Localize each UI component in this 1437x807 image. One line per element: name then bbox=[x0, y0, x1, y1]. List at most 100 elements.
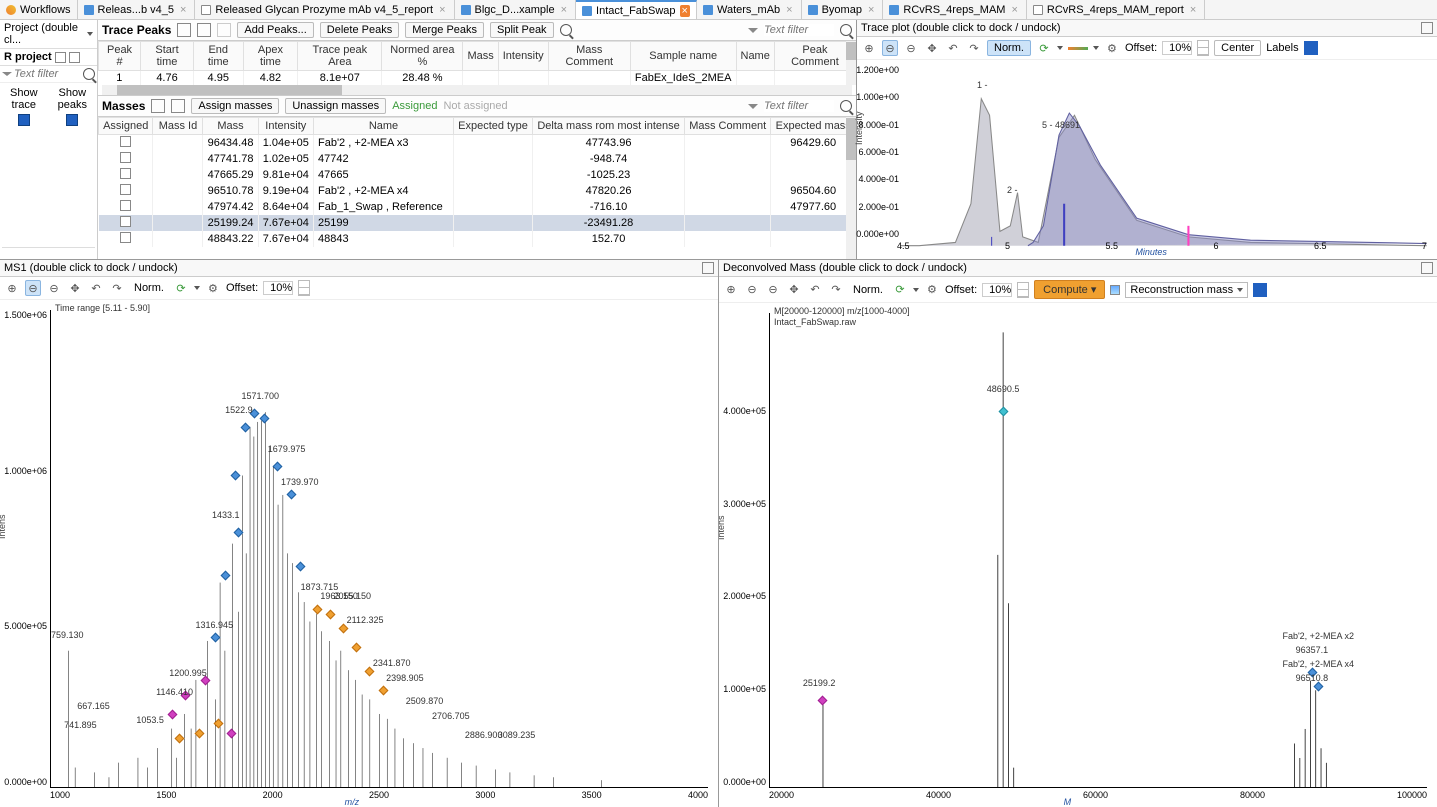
assign-masses-button[interactable]: Assign masses bbox=[191, 98, 279, 114]
sidebar-filter-input[interactable] bbox=[14, 68, 81, 80]
close-icon[interactable]: × bbox=[437, 4, 447, 16]
col-header[interactable]: Delta mass rom most intense bbox=[533, 118, 685, 135]
undo-zoom-icon[interactable]: ↶ bbox=[945, 40, 961, 56]
close-icon[interactable]: × bbox=[680, 5, 690, 17]
tab-blgc[interactable]: Blgc_D...xample× bbox=[455, 0, 577, 19]
col-header[interactable]: Peak Comment bbox=[774, 42, 855, 71]
norm-button[interactable]: Norm. bbox=[130, 281, 168, 295]
offset-spinner[interactable] bbox=[1017, 282, 1029, 298]
show-trace-checkbox[interactable] bbox=[18, 114, 30, 126]
tab-waters[interactable]: Waters_mAb× bbox=[697, 0, 802, 19]
sort-icon[interactable] bbox=[1110, 285, 1120, 295]
zoom-out-icon[interactable]: ⊖ bbox=[46, 280, 62, 296]
col-header[interactable]: Peak # bbox=[99, 42, 141, 71]
pan-icon[interactable]: ✥ bbox=[786, 282, 802, 298]
tab-rcvrs[interactable]: RCvRS_4reps_MAM× bbox=[883, 0, 1027, 19]
center-button[interactable]: Center bbox=[1214, 40, 1261, 56]
maximize-icon[interactable] bbox=[702, 262, 714, 274]
chevron-down-icon[interactable] bbox=[1093, 46, 1099, 50]
col-header[interactable]: Intensity bbox=[258, 118, 313, 135]
col-header[interactable]: Normed area % bbox=[382, 42, 463, 71]
table-row[interactable]: 25199.247.67e+0425199-23491.28 bbox=[99, 215, 856, 231]
unassign-masses-button[interactable]: Unassign masses bbox=[285, 98, 386, 114]
offset-input[interactable] bbox=[982, 283, 1012, 297]
redo-zoom-icon[interactable]: ↷ bbox=[966, 40, 982, 56]
col-header[interactable]: Apex time bbox=[243, 42, 298, 71]
chevron-down-icon[interactable] bbox=[1057, 46, 1063, 50]
trace-filter-input[interactable] bbox=[764, 24, 834, 36]
col-header[interactable]: Sample name bbox=[630, 42, 736, 71]
add-peaks-button[interactable]: Add Peaks... bbox=[237, 22, 313, 38]
table-row[interactable]: 96434.481.04e+05Fab'2 , +2-MEA x347743.9… bbox=[99, 135, 856, 152]
grid-icon[interactable] bbox=[69, 52, 80, 63]
table-row[interactable]: 96510.789.19e+04Fab'2 , +2-MEA x447820.2… bbox=[99, 183, 856, 199]
show-peaks-checkbox[interactable] bbox=[66, 114, 78, 126]
chevron-down-icon[interactable] bbox=[913, 288, 919, 292]
tab-workflows[interactable]: Workflows bbox=[0, 0, 78, 19]
pan-icon[interactable]: ✥ bbox=[924, 40, 940, 56]
close-icon[interactable]: × bbox=[866, 4, 876, 16]
refresh-icon[interactable]: ⟳ bbox=[892, 282, 908, 298]
zoom-tool-icon[interactable]: ⊖ bbox=[882, 40, 898, 56]
list-icon[interactable] bbox=[55, 52, 66, 63]
table-row[interactable]: 47974.428.64e+04Fab_1_Swap , Reference-7… bbox=[99, 199, 856, 215]
table-row[interactable]: 1 4.76 4.95 4.82 8.1e+07 28.48 % FabEx_I… bbox=[99, 71, 856, 86]
col-header[interactable]: Start time bbox=[141, 42, 194, 71]
filter-icon[interactable] bbox=[2, 72, 12, 76]
grid-icon[interactable] bbox=[171, 99, 185, 113]
maximize-icon[interactable] bbox=[1421, 262, 1433, 274]
list-icon[interactable] bbox=[177, 23, 191, 37]
undo-zoom-icon[interactable]: ↶ bbox=[88, 280, 104, 296]
zoom-in-icon[interactable]: ⊕ bbox=[723, 282, 739, 298]
col-header[interactable]: Expected type bbox=[453, 118, 532, 135]
col-header[interactable]: Name bbox=[736, 42, 774, 71]
offset-spinner[interactable] bbox=[298, 280, 310, 296]
project-dropdown[interactable]: Project (double cl... bbox=[0, 20, 97, 49]
col-header[interactable]: Mass Comment bbox=[685, 118, 771, 135]
maximize-icon[interactable] bbox=[1421, 22, 1433, 34]
grid-icon[interactable] bbox=[197, 23, 211, 37]
close-icon[interactable]: × bbox=[1188, 4, 1198, 16]
offset-spinner[interactable] bbox=[1197, 40, 1209, 56]
zoom-out-icon[interactable]: ⊖ bbox=[903, 40, 919, 56]
reconstruction-mass-dropdown[interactable]: Reconstruction mass bbox=[1125, 282, 1248, 298]
undo-zoom-icon[interactable]: ↶ bbox=[807, 282, 823, 298]
assigned-checkbox[interactable] bbox=[120, 136, 131, 147]
col-header[interactable]: Intensity bbox=[498, 42, 548, 71]
trace-plot-area[interactable]: Intensity 1.200e+00 1.000e+00 8.000e-01 … bbox=[857, 60, 1437, 259]
norm-button[interactable]: Norm. bbox=[849, 283, 887, 297]
col-header[interactable]: Mass Comment bbox=[548, 42, 630, 71]
redo-zoom-icon[interactable]: ↷ bbox=[828, 282, 844, 298]
offset-input[interactable] bbox=[1162, 41, 1192, 55]
offset-input[interactable] bbox=[263, 281, 293, 295]
ms1-plot-area[interactable]: Time range [5.11 - 5.90] 1.500e+06 1.000… bbox=[0, 300, 718, 807]
close-icon[interactable]: × bbox=[1009, 4, 1019, 16]
col-header[interactable]: Mass bbox=[463, 42, 498, 71]
col-header[interactable]: Assigned bbox=[99, 118, 153, 135]
assigned-checkbox[interactable] bbox=[120, 232, 131, 243]
merge-peaks-button[interactable]: Merge Peaks bbox=[405, 22, 484, 38]
tab-releas[interactable]: Releas...b v4_5× bbox=[78, 0, 196, 19]
zoom-in-icon[interactable]: ⊕ bbox=[861, 40, 877, 56]
norm-button[interactable]: Norm. bbox=[987, 40, 1031, 56]
assigned-checkbox[interactable] bbox=[120, 168, 131, 179]
search-icon[interactable] bbox=[840, 100, 852, 112]
pan-icon[interactable]: ✥ bbox=[67, 280, 83, 296]
masses-filter-input[interactable] bbox=[764, 100, 834, 112]
trace-style-icon[interactable] bbox=[1068, 47, 1088, 50]
options-icon[interactable] bbox=[217, 23, 231, 37]
col-header[interactable]: End time bbox=[194, 42, 244, 71]
labels-color-swatch[interactable] bbox=[1304, 41, 1318, 55]
table-row[interactable]: 48843.227.67e+0448843152.70 bbox=[99, 231, 856, 247]
tab-released-report[interactable]: Released Glycan Prozyme mAb v4_5_report× bbox=[195, 0, 454, 19]
tab-intact-fabswap[interactable]: Intact_FabSwap× bbox=[576, 0, 697, 19]
zoom-tool-icon[interactable]: ⊖ bbox=[25, 280, 41, 296]
settings-icon[interactable]: ⚙ bbox=[924, 282, 940, 298]
zoom-out-icon[interactable]: ⊖ bbox=[765, 282, 781, 298]
assigned-filter[interactable]: Assigned bbox=[392, 100, 437, 112]
trace-plot-title[interactable]: Trace plot (double click to dock / undoc… bbox=[861, 22, 1061, 34]
tab-byomap[interactable]: Byomap× bbox=[802, 0, 884, 19]
color-swatch[interactable] bbox=[1253, 283, 1267, 297]
close-icon[interactable]: × bbox=[559, 4, 569, 16]
table-row[interactable]: 47741.781.02e+0547742-948.74 bbox=[99, 151, 856, 167]
